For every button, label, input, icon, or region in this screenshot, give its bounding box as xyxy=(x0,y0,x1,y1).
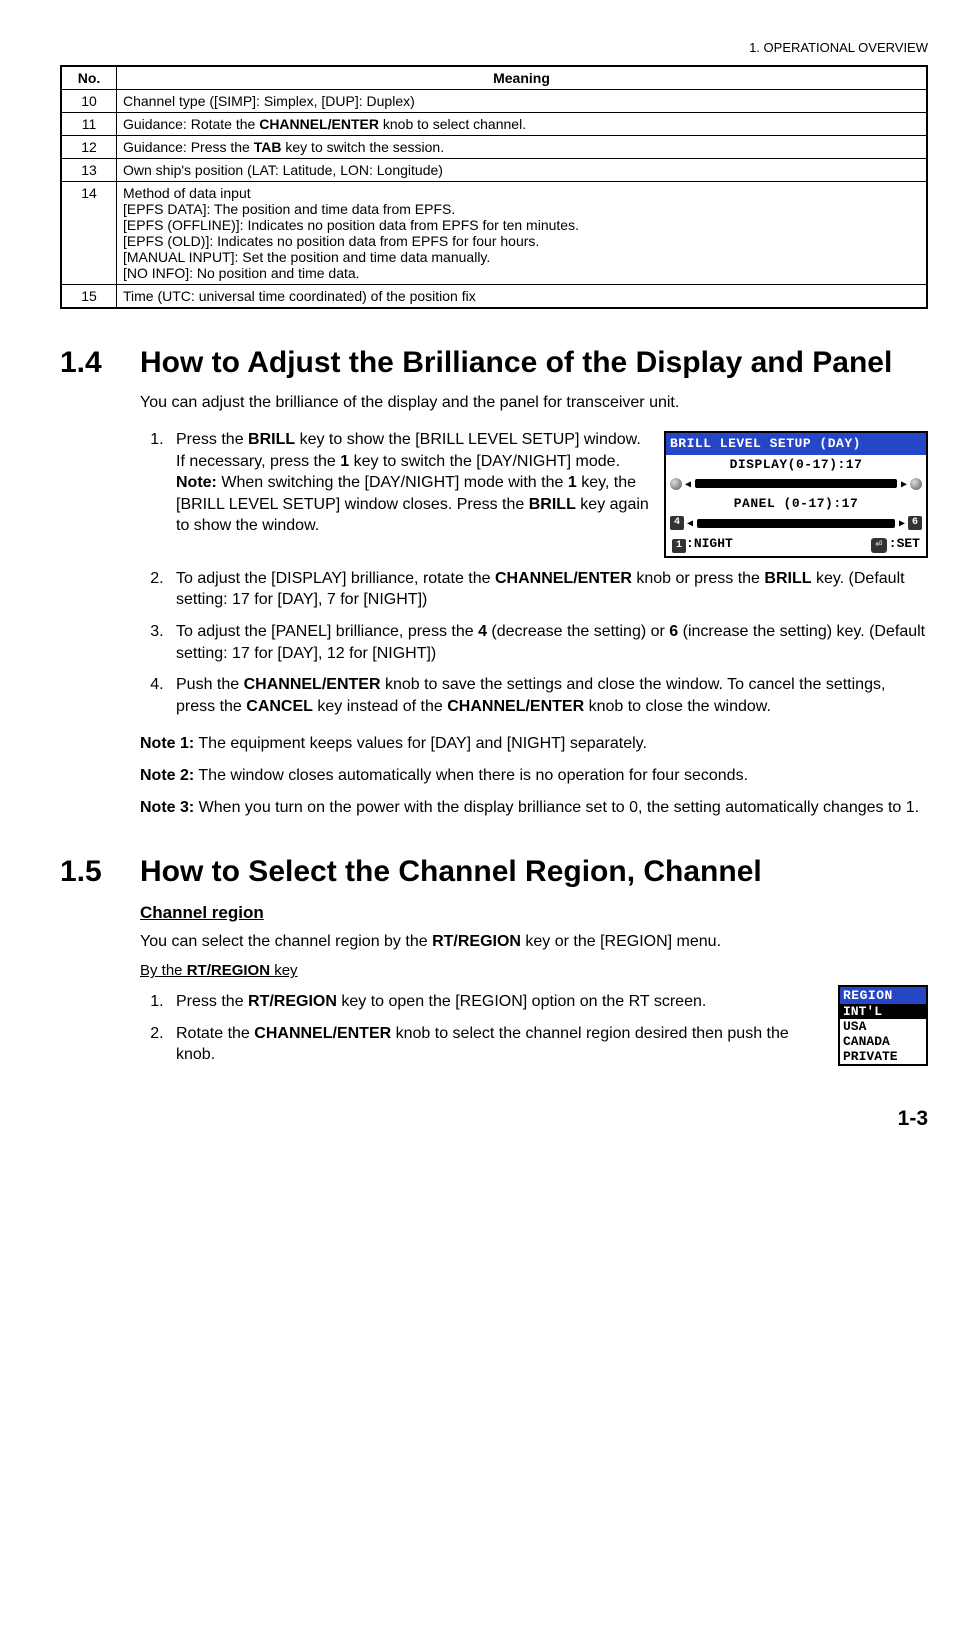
row-no: 15 xyxy=(61,285,117,309)
region-title: REGION xyxy=(840,987,926,1004)
brill-level-setup-box: BRILL LEVEL SETUP (DAY) DISPLAY(0-17):17… xyxy=(664,431,928,558)
col-meaning: Meaning xyxy=(117,66,928,90)
region-item: USA xyxy=(840,1019,926,1034)
step-item: To adjust the [PANEL] brilliance, press … xyxy=(168,621,928,664)
meaning-table: No. Meaning 10 Channel type ([SIMP]: Sim… xyxy=(60,65,928,309)
section-title: How to Select the Channel Region, Channe… xyxy=(140,853,762,891)
right-arrow-icon xyxy=(899,514,905,532)
region-item-selected: INT'L xyxy=(840,1004,926,1019)
knob-icon xyxy=(670,478,682,490)
brill-set-label: :SET xyxy=(871,535,920,553)
brill-panel-label: PANEL (0-17):17 xyxy=(670,495,922,513)
page-number: 1-3 xyxy=(60,1107,928,1131)
table-row: 10 Channel type ([SIMP]: Simplex, [DUP]:… xyxy=(61,90,927,113)
row-text: Own ship's position (LAT: Latitude, LON:… xyxy=(117,159,928,182)
row-text: Guidance: Rotate the CHANNEL/ENTER knob … xyxy=(117,113,928,136)
steps-list: BRILL LEVEL SETUP (DAY) DISPLAY(0-17):17… xyxy=(140,429,928,717)
key-6-icon: 6 xyxy=(908,516,922,530)
brill-title: BRILL LEVEL SETUP (DAY) xyxy=(666,433,926,455)
step-item: Rotate the CHANNEL/ENTER knob to select … xyxy=(168,1023,928,1066)
table-row: 13 Own ship's position (LAT: Latitude, L… xyxy=(61,159,927,182)
row-no: 12 xyxy=(61,136,117,159)
left-arrow-icon xyxy=(685,475,691,493)
row-no: 13 xyxy=(61,159,117,182)
section-number: 1.5 xyxy=(60,855,140,889)
brill-display-label: DISPLAY(0-17):17 xyxy=(670,456,922,474)
section-1-4-heading: 1.4 How to Adjust the Brilliance of the … xyxy=(60,344,928,382)
section-1-5-heading: 1.5 How to Select the Channel Region, Ch… xyxy=(60,853,928,891)
table-row: 12 Guidance: Press the TAB key to switch… xyxy=(61,136,927,159)
note-1: Note 1: The equipment keeps values for [… xyxy=(140,733,928,755)
section-title: How to Adjust the Brilliance of the Disp… xyxy=(140,344,892,382)
note-3: Note 3: When you turn on the power with … xyxy=(140,797,928,819)
right-arrow-icon xyxy=(901,475,907,493)
region-menu-box: REGION INT'L USA CANADA PRIVATE xyxy=(838,985,928,1066)
step-item: To adjust the [DISPLAY] brilliance, rota… xyxy=(168,568,928,611)
panel-bar xyxy=(697,519,895,528)
display-bar xyxy=(695,479,897,488)
page-header: 1. OPERATIONAL OVERVIEW xyxy=(60,40,928,55)
steps-list: Press the RT/REGION key to open the [REG… xyxy=(140,991,928,1066)
row-no: 14 xyxy=(61,182,117,285)
section-intro: You can adjust the brilliance of the dis… xyxy=(140,392,928,414)
row-text: Guidance: Press the TAB key to switch th… xyxy=(117,136,928,159)
step-item: Press the RT/REGION key to open the [REG… xyxy=(168,991,928,1013)
table-row: 14 Method of data input [EPFS DATA]: The… xyxy=(61,182,927,285)
note-2: Note 2: The window closes automatically … xyxy=(140,765,928,787)
step-item: BRILL LEVEL SETUP (DAY) DISPLAY(0-17):17… xyxy=(168,429,928,558)
section-intro: You can select the channel region by the… xyxy=(140,931,928,953)
row-no: 10 xyxy=(61,90,117,113)
row-text: Time (UTC: universal time coordinated) o… xyxy=(117,285,928,309)
table-row: 15 Time (UTC: universal time coordinated… xyxy=(61,285,927,309)
table-row: 11 Guidance: Rotate the CHANNEL/ENTER kn… xyxy=(61,113,927,136)
by-rtregion-subhead: By the RT/REGION key xyxy=(140,962,928,979)
row-no: 11 xyxy=(61,113,117,136)
row-text: Channel type ([SIMP]: Simplex, [DUP]: Du… xyxy=(117,90,928,113)
col-no: No. xyxy=(61,66,117,90)
channel-region-subhead: Channel region xyxy=(140,903,928,923)
region-item: PRIVATE xyxy=(840,1049,926,1064)
knob-icon xyxy=(910,478,922,490)
step-item: Push the CHANNEL/ENTER knob to save the … xyxy=(168,674,928,717)
section-number: 1.4 xyxy=(60,346,140,380)
region-item: CANADA xyxy=(840,1034,926,1049)
key-4-icon: 4 xyxy=(670,516,684,530)
left-arrow-icon xyxy=(687,514,693,532)
brill-night-label: 1:NIGHT xyxy=(672,535,733,553)
row-text: Method of data input [EPFS DATA]: The po… xyxy=(117,182,928,285)
